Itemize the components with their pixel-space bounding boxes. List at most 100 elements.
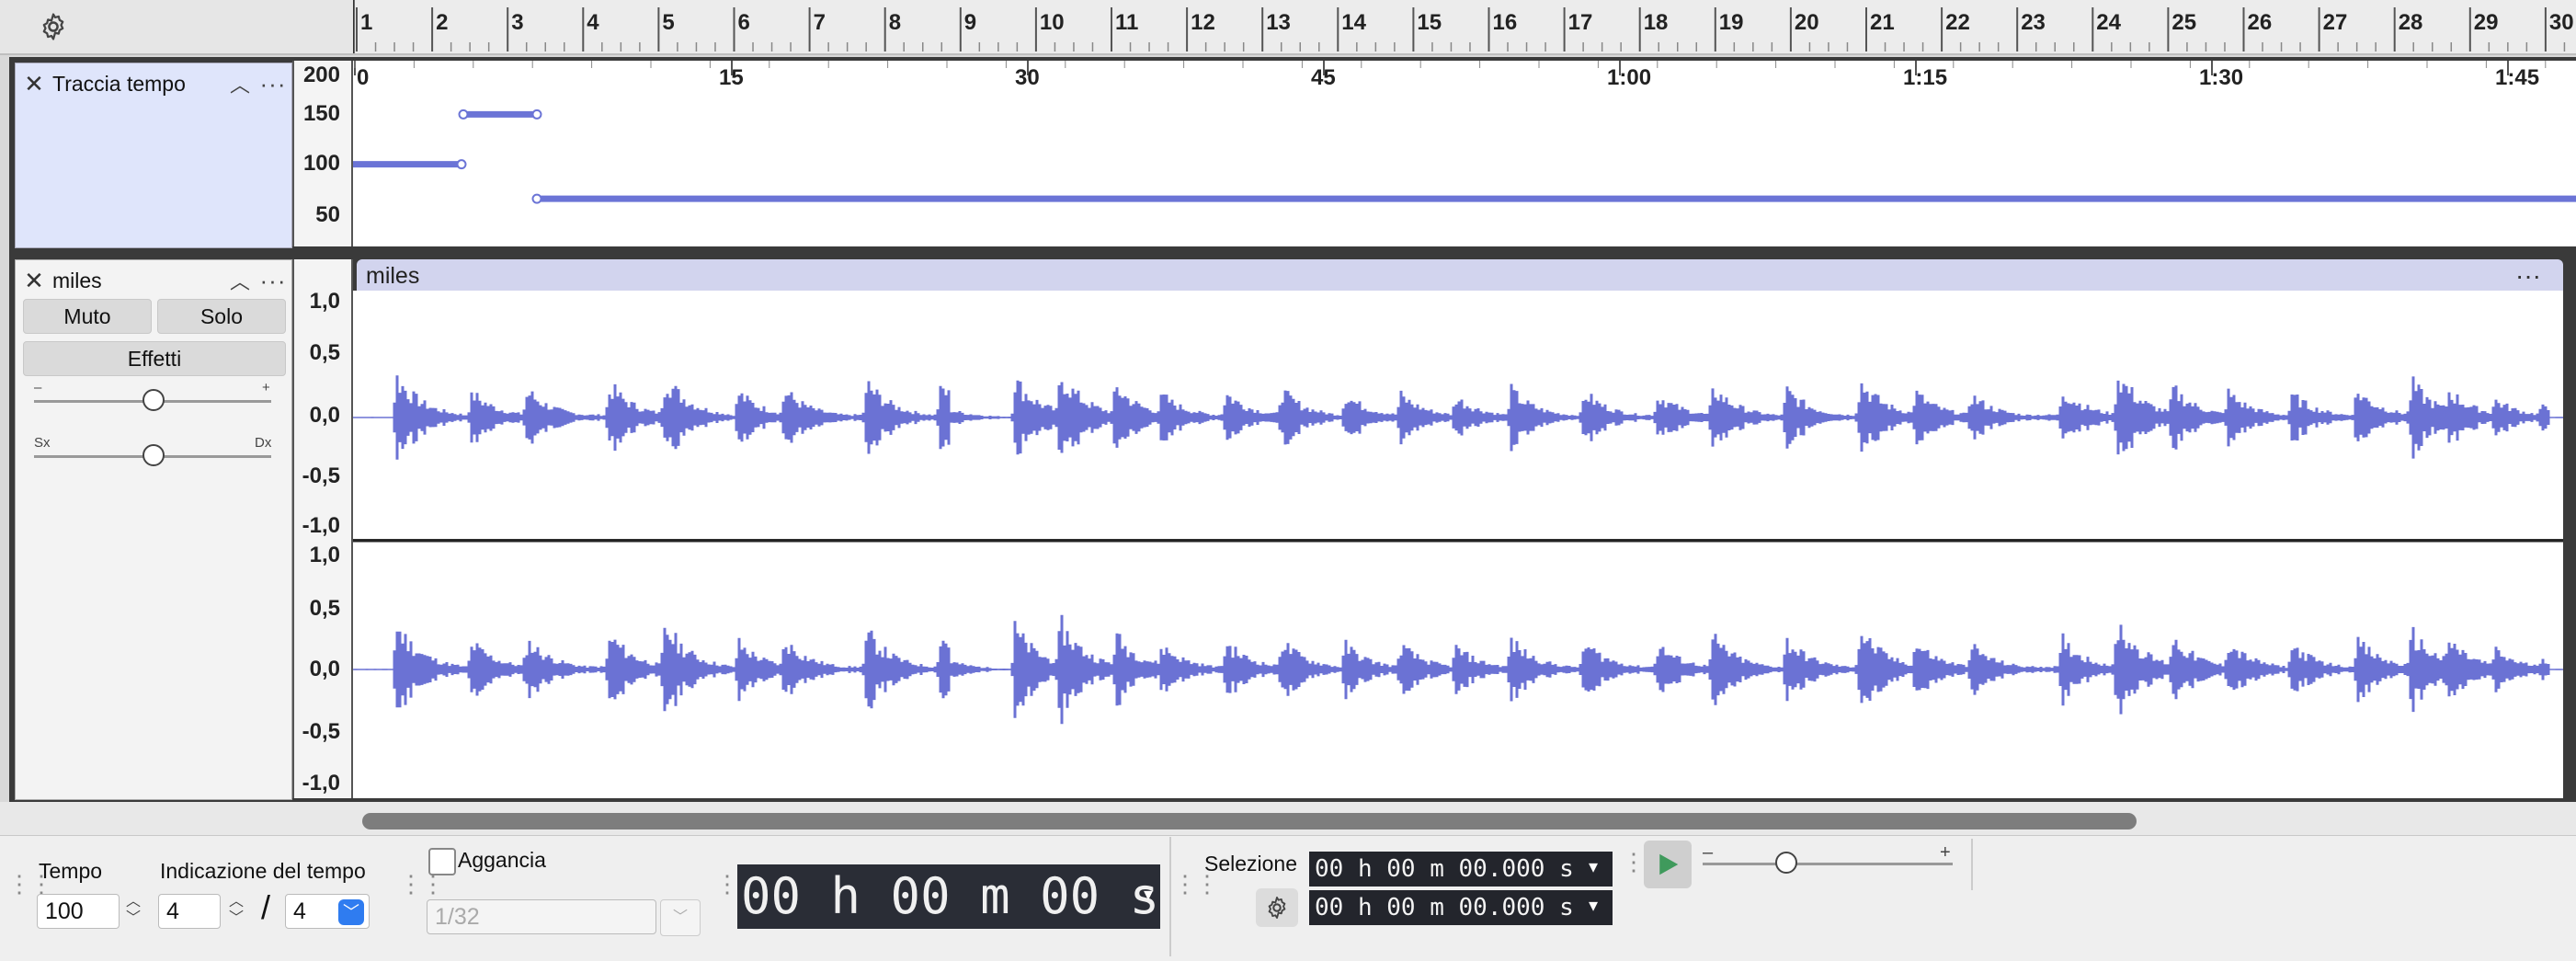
chevron-up-icon[interactable]: ︿ [225, 266, 255, 295]
track-name[interactable]: miles [52, 269, 225, 293]
tempo-stepper-icon[interactable]: ︿ ﹀ [123, 894, 143, 931]
play-speed-slider[interactable]: – + [1703, 842, 1960, 879]
slider-track [1703, 863, 1953, 865]
amp-scale-label: 0,5 [309, 596, 340, 621]
ruler-tick-label: 20 [1795, 10, 1819, 35]
ruler-tick-label: 18 [1644, 10, 1669, 35]
ruler-tick-label: 10 [1040, 10, 1065, 35]
snap-checkbox[interactable] [428, 848, 456, 875]
time-tick-label: 1:30 [2199, 65, 2243, 90]
pan-right-label: Dx [255, 435, 272, 451]
tempo-scale-label: 100 [302, 151, 340, 176]
ruler-tick-label: 6 [738, 10, 750, 35]
ruler-tick-label: 28 [2399, 10, 2423, 35]
close-track-icon[interactable]: ✕ [16, 70, 52, 98]
more-menu-icon[interactable]: ··· [255, 70, 291, 98]
tempo-vertical-ruler: 200 150 100 50 [292, 61, 353, 246]
divider [1971, 839, 1973, 890]
caret-down-icon[interactable]: ▾ [1589, 855, 1598, 878]
time-tick-label: 1:45 [2495, 65, 2539, 90]
tempo-input[interactable]: 100 [37, 894, 120, 929]
tempo-point [458, 109, 469, 120]
gear-icon[interactable] [1256, 888, 1298, 927]
waveform[interactable] [353, 291, 2563, 798]
tempo-label: Tempo [39, 859, 103, 883]
gear-icon [1268, 896, 1286, 920]
selection-start[interactable]: 00 h 00 m 00.000 s [1309, 852, 1613, 887]
pan-slider-knob[interactable] [142, 444, 165, 466]
amp-scale-label: -0,5 [302, 719, 340, 744]
gain-plus-label: + [262, 380, 270, 395]
time-tick-label: 1:00 [1607, 65, 1651, 90]
ruler-tick-label: 15 [1417, 10, 1442, 35]
gain-slider-knob[interactable] [142, 389, 165, 411]
chevron-down-icon[interactable]: ﹀ [660, 899, 701, 936]
time-tick-label: 45 [1311, 65, 1336, 90]
track-header: ✕ miles ︿ ··· [16, 260, 291, 301]
amp-scale-label: 0,5 [309, 340, 340, 365]
clip-name[interactable]: miles [366, 263, 419, 290]
speed-slider-knob[interactable] [1774, 852, 1797, 874]
ruler-tick-label: 30 [2549, 10, 2574, 35]
ruler-tick-label: 1 [360, 10, 372, 35]
ruler-tick-label: 27 [2323, 10, 2348, 35]
clip-header[interactable] [357, 259, 2563, 291]
scrollbar-thumb[interactable] [362, 813, 2137, 829]
chevron-up-icon[interactable]: ︿ [225, 69, 255, 98]
gain-minus-label: – [34, 380, 42, 395]
close-track-icon[interactable]: ✕ [16, 267, 52, 295]
ruler-tick-label: 11 [1115, 10, 1138, 35]
time-signature-numerator[interactable]: 4 [158, 894, 221, 929]
toolbar-grip-icon[interactable]: ⋮⋮ [399, 872, 445, 896]
ruler-tick-label: 25 [2171, 10, 2196, 35]
clip-menu-icon[interactable]: ··· [2515, 261, 2541, 291]
snap-label: Aggancia [458, 848, 546, 872]
numerator-stepper-icon[interactable]: ︿ ﹀ [226, 894, 246, 931]
chevron-down-icon[interactable]: ﹀ [338, 899, 364, 925]
effects-button[interactable]: Effetti [23, 341, 286, 376]
pan-slider[interactable]: Sx Dx [34, 435, 290, 472]
toolbar-grip-icon[interactable]: ⋮⋮ [1173, 872, 1219, 896]
ruler-tick-label: 22 [1945, 10, 1970, 35]
ruler-tick-label: 7 [814, 10, 826, 35]
time-signature-label: Indicazione del tempo [160, 859, 366, 883]
amp-scale-label: -0,5 [302, 463, 340, 488]
amp-scale-label: -1,0 [302, 513, 340, 538]
ruler-tick-label: 12 [1191, 10, 1215, 35]
tempo-curve[interactable]: 0 15 30 45 1:00 1:15 1:30 1:45 [353, 61, 2576, 246]
play-button[interactable] [1644, 841, 1692, 888]
track-header: ✕ Traccia tempo ︿ ··· [16, 63, 291, 104]
time-tick-label: 30 [1015, 65, 1040, 90]
ruler-tick-label: 26 [2248, 10, 2273, 35]
amp-scale-label: -1,0 [302, 771, 340, 795]
audio-track-controls: ✕ miles ︿ ··· Muto Solo Effetti – + Sx D… [15, 259, 292, 800]
selection-label: Selezione [1204, 852, 1298, 875]
time-display[interactable]: 00 h 00 m 00 s [737, 864, 1160, 929]
pan-left-label: Sx [34, 435, 51, 451]
selection-end[interactable]: 00 h 00 m 00.000 s [1309, 890, 1613, 925]
time-signature-separator: / [261, 888, 271, 926]
time-tick-label: 15 [719, 65, 744, 90]
ruler-tick-label: 4 [587, 10, 599, 35]
ruler-ticks: 1 2 3 4 5 6 7 8 9 10 11 12 13 14 15 16 17 18 19 20 21 22 23 24 2… [353, 0, 2574, 53]
more-menu-icon[interactable]: ··· [255, 267, 291, 295]
ruler-tick-label: 16 [1493, 10, 1518, 35]
ruler-tick-label: 14 [1341, 10, 1366, 35]
solo-button[interactable]: Solo [157, 299, 286, 334]
track-name[interactable]: Traccia tempo [52, 72, 225, 97]
mute-button[interactable]: Muto [23, 299, 152, 334]
tempo-track-controls: ✕ Traccia tempo ︿ ··· [15, 63, 292, 248]
play-icon [1659, 853, 1679, 875]
caret-down-icon[interactable]: ▾ [1144, 883, 1153, 906]
ruler-tick-label: 8 [889, 10, 901, 35]
gain-slider[interactable]: – + [34, 380, 290, 417]
ruler-tick-label: 17 [1568, 10, 1593, 35]
ruler-tick-label: 19 [1719, 10, 1744, 35]
caret-down-icon[interactable]: ▾ [1589, 894, 1598, 917]
snap-select[interactable]: 1/32 [427, 899, 656, 934]
ruler-tick-label: 23 [2021, 10, 2046, 35]
amplitude-vertical-ruler: 1,0 0,5 0,0 -0,5 -1,0 1,0 0,5 0,0 -0,5 -… [292, 259, 353, 798]
gear-icon[interactable] [28, 6, 79, 48]
waveform-channel [353, 614, 2563, 725]
amp-scale-label: 0,0 [309, 403, 340, 428]
